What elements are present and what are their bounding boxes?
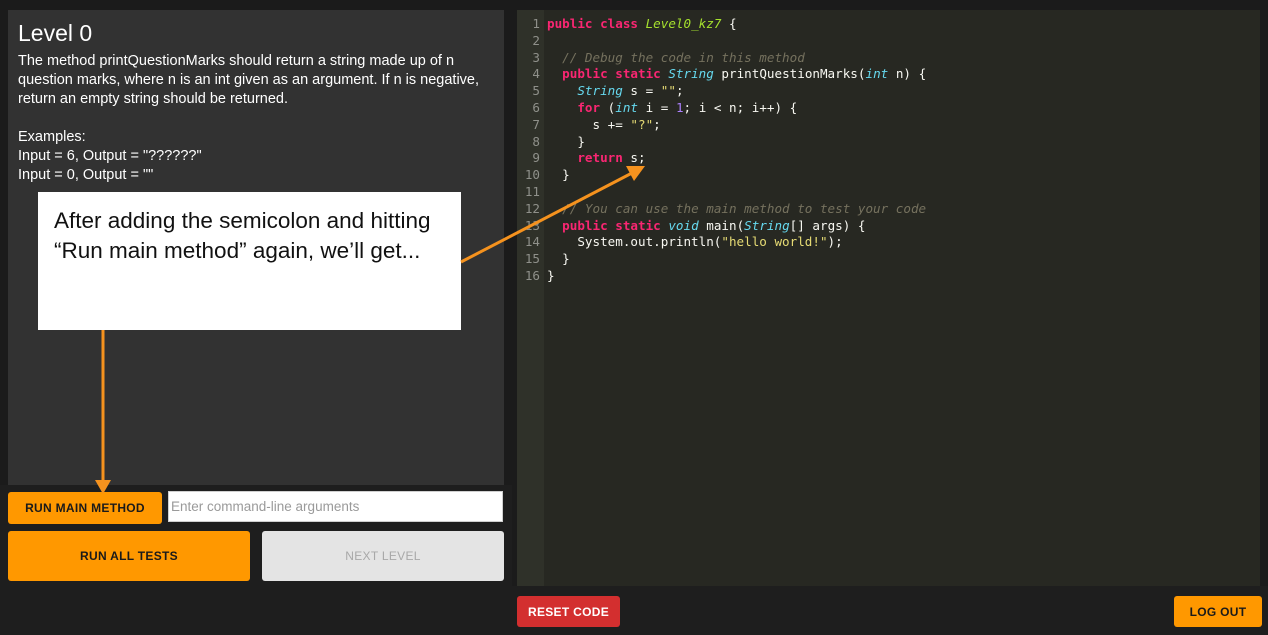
code-line[interactable]: 2 (517, 32, 547, 49)
line-number: 11 (524, 184, 540, 199)
line-number: 14 (524, 234, 540, 250)
code-token: "" (660, 83, 676, 99)
code-line[interactable]: 14 System.out.println("hello world!"); (517, 233, 843, 250)
code-token: main( (698, 217, 745, 233)
code-token: s; (622, 150, 646, 166)
code-token: System.out.println( (547, 234, 722, 250)
code-line[interactable]: 5 String s = ""; (517, 82, 684, 99)
code-token: static (615, 66, 669, 82)
code-token: void (668, 217, 699, 233)
code-token: ); (827, 234, 843, 250)
code-token: int (615, 100, 639, 115)
code-token: ; i < n; i++) { (683, 100, 798, 115)
code-token: ; (675, 83, 684, 99)
code-token: String (668, 66, 714, 82)
line-number: 4 (532, 66, 540, 82)
code-token: String (744, 217, 790, 233)
line-number: 6 (532, 100, 540, 115)
code-token: ; (653, 116, 661, 132)
reset-code-button[interactable]: RESET CODE (517, 596, 620, 627)
code-token: public (547, 16, 601, 31)
level-title: Level 0 (18, 20, 93, 46)
code-line[interactable]: 12 // You can use the main method to tes… (517, 200, 926, 217)
code-token: { (721, 16, 737, 31)
code-line[interactable]: 4 public static String printQuestionMark… (517, 65, 926, 82)
code-line[interactable]: 8 } (517, 133, 585, 150)
annotation-callout: After adding the semicolon and hitting “… (38, 192, 461, 330)
run-all-tests-button[interactable]: RUN ALL TESTS (8, 531, 250, 581)
code-token: return (577, 150, 623, 166)
line-number: 13 (524, 217, 540, 233)
code-line[interactable]: 11 (517, 183, 547, 200)
code-token: 1 (675, 100, 684, 115)
line-number: 1 (532, 16, 540, 31)
code-token: class (600, 16, 646, 31)
code-line[interactable]: 15 } (517, 250, 570, 267)
line-number: 7 (532, 116, 540, 132)
code-token: "?" (630, 116, 654, 132)
line-number: 16 (524, 268, 540, 283)
code-token: } (547, 268, 555, 283)
code-token: // You can use the main method to test y… (562, 200, 927, 216)
line-number: 10 (524, 167, 540, 183)
code-token: public (562, 66, 616, 82)
code-token: s = (622, 83, 661, 99)
code-token: Level0_kz7 (645, 16, 722, 31)
code-token: for (577, 100, 601, 115)
code-editor[interactable]: 1 public class Level0_kz7 {2 3 // Debug th… (517, 10, 1260, 586)
code-token: n) { (888, 66, 927, 82)
code-line[interactable]: 10 } (517, 166, 570, 183)
code-token: } (547, 167, 570, 183)
code-line[interactable]: 9 return s; (517, 149, 646, 166)
code-token: "hello world!" (721, 234, 828, 250)
code-line[interactable]: 1 public class Level0_kz7 { (517, 15, 737, 32)
command-line-args-input[interactable] (168, 491, 503, 522)
code-token: printQuestionMarks( (713, 66, 866, 82)
problem-description: The method printQuestionMarks should ret… (18, 53, 480, 183)
log-out-button[interactable]: LOG OUT (1174, 596, 1262, 627)
code-token: [] args) { (789, 217, 866, 233)
code-token: // Debug the code in this method (562, 49, 805, 65)
line-number: 15 (524, 251, 540, 267)
code-token: int (865, 66, 889, 82)
line-number: 12 (524, 200, 540, 216)
next-level-button[interactable]: NEXT LEVEL (262, 531, 504, 581)
line-number: 5 (532, 83, 540, 99)
code-token: } (547, 133, 585, 149)
code-line[interactable]: 3 // Debug the code in this method (517, 49, 805, 66)
code-line[interactable]: 7 s += "?"; (517, 116, 661, 133)
line-number: 9 (532, 150, 540, 166)
line-number: 3 (532, 49, 540, 65)
code-line[interactable]: 13 public static void main(String[] args… (517, 217, 866, 234)
code-token: } (547, 251, 570, 267)
code-token: String (577, 83, 623, 99)
controls-bar: RUN MAIN METHOD RUN ALL TESTS NEXT LEVEL (0, 485, 512, 635)
code-token: static (615, 217, 669, 233)
line-number: 8 (532, 133, 540, 149)
line-number: 2 (532, 32, 540, 48)
code-token: i = (638, 100, 676, 115)
code-token: s += (547, 116, 631, 132)
code-token: public (562, 217, 616, 233)
bottom-bar: RESET CODE LOG OUT (512, 586, 1268, 635)
run-main-method-button[interactable]: RUN MAIN METHOD (8, 492, 162, 524)
code-token: ( (600, 100, 616, 115)
code-line[interactable]: 6 for (int i = 1; i < n; i++) { (517, 99, 797, 116)
code-line[interactable]: 16} (517, 267, 555, 284)
